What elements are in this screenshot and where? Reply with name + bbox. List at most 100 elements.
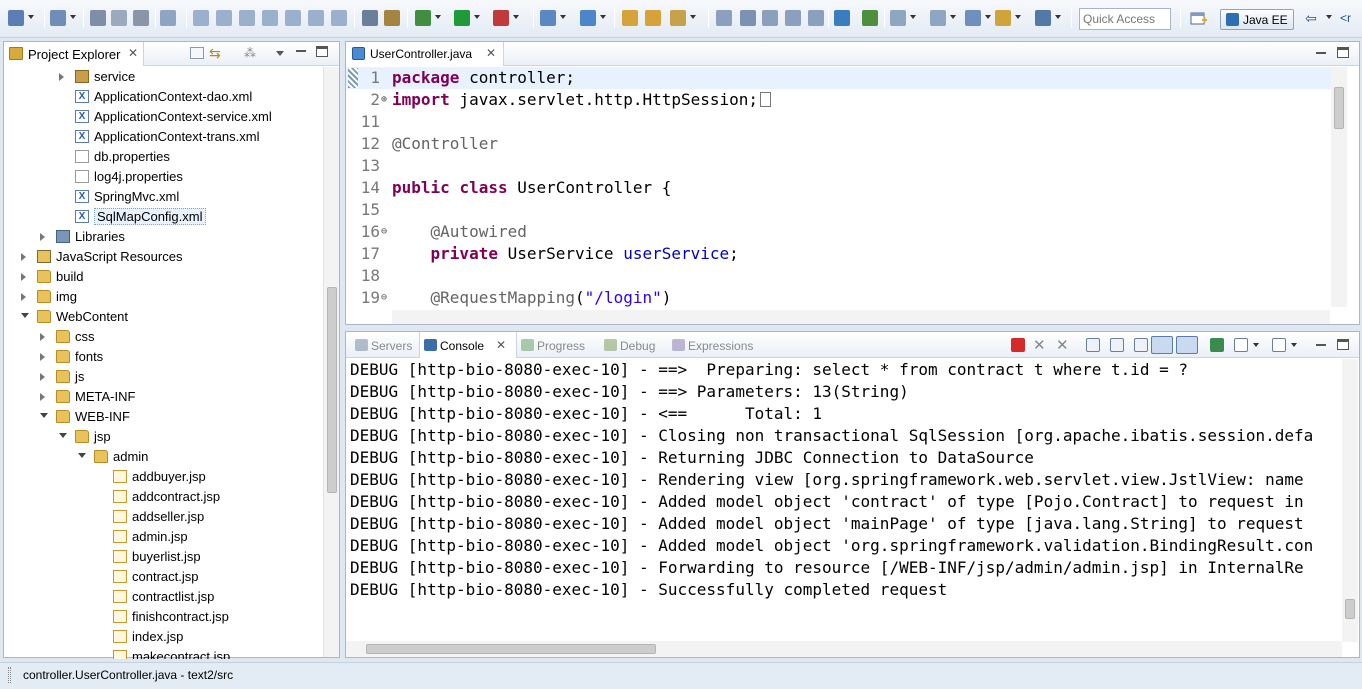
- tree-item[interactable]: log4j.properties: [4, 167, 322, 187]
- expanded-twisty-icon[interactable]: [78, 453, 86, 458]
- mark-icon[interactable]: [716, 10, 732, 26]
- tree-item[interactable]: admin.jsp: [4, 527, 322, 547]
- suspend-icon[interactable]: [216, 10, 232, 26]
- collapse-fold-icon[interactable]: ⊖: [381, 287, 387, 309]
- tree-item[interactable]: X SpringMvc.xml: [4, 187, 322, 207]
- web-browser-icon[interactable]: [834, 10, 850, 26]
- save-all-icon[interactable]: [111, 10, 127, 26]
- minimize-icon[interactable]: [296, 50, 306, 52]
- tree-item[interactable]: css: [4, 327, 322, 347]
- tree-item[interactable]: WebContent: [4, 307, 322, 327]
- code-line[interactable]: 11: [346, 111, 1331, 133]
- dropdown-arrow-icon[interactable]: [1015, 15, 1021, 19]
- step-return-icon[interactable]: [331, 10, 347, 26]
- dropdown-arrow-icon[interactable]: [513, 15, 519, 19]
- dropdown-arrow-icon[interactable]: [1253, 343, 1259, 347]
- collapsed-region-icon[interactable]: [760, 92, 772, 107]
- doc-icon[interactable]: [785, 10, 801, 26]
- collapsed-twisty-icon[interactable]: [21, 273, 26, 281]
- tab-project-explorer[interactable]: Project Explorer ✕: [4, 42, 144, 66]
- tree-item[interactable]: contract.jsp: [4, 567, 322, 587]
- minimize-icon[interactable]: [1316, 344, 1326, 346]
- dropdown-arrow-icon[interactable]: [560, 15, 566, 19]
- open-perspective-icon[interactable]: [1190, 10, 1208, 28]
- dropdown-arrow-icon[interactable]: [950, 15, 956, 19]
- save-icon[interactable]: [90, 10, 106, 26]
- prev-annotation-icon[interactable]: [930, 10, 946, 26]
- editor-horizontal-scrollbar[interactable]: [392, 310, 1330, 324]
- tree-item[interactable]: img: [4, 287, 322, 307]
- close-icon[interactable]: ✕: [128, 46, 138, 60]
- tree-item[interactable]: db.properties: [4, 147, 322, 167]
- maximize-icon[interactable]: [1337, 339, 1349, 350]
- search-icon[interactable]: [670, 10, 686, 26]
- next-annotation-icon[interactable]: [890, 10, 906, 26]
- show-stderr-toggle-icon[interactable]: [1176, 336, 1198, 354]
- dropdown-arrow-icon[interactable]: [600, 15, 606, 19]
- scroll-lock-icon[interactable]: [1110, 338, 1124, 352]
- console-scrollbar[interactable]: [1342, 359, 1358, 642]
- show-stdout-toggle-icon[interactable]: [1151, 336, 1173, 354]
- collapsed-twisty-icon[interactable]: [21, 253, 26, 261]
- tree-item[interactable]: Libraries: [4, 227, 322, 247]
- code-line[interactable]: 1 package controller;: [346, 67, 1331, 89]
- tab-servers[interactable]: Servers: [351, 332, 419, 358]
- tab-expressions[interactable]: Expressions: [668, 332, 768, 358]
- code-line[interactable]: 18: [346, 265, 1331, 287]
- dropdown-arrow-icon[interactable]: [1291, 343, 1297, 347]
- tab-usercontroller-java[interactable]: UserController.java ✕: [346, 42, 504, 66]
- maximize-icon[interactable]: [316, 46, 328, 57]
- code-line[interactable]: 12 @Controller: [346, 133, 1331, 155]
- tree-item[interactable]: WEB-INF: [4, 407, 322, 427]
- task-list-icon[interactable]: [362, 10, 378, 26]
- tab-progress[interactable]: Progress: [517, 332, 600, 358]
- scrollbar-thumb[interactable]: [366, 644, 656, 654]
- tree-item[interactable]: META-INF: [4, 387, 322, 407]
- skip-breakpoints-icon[interactable]: [384, 10, 400, 26]
- debug-icon[interactable]: [415, 10, 431, 26]
- tree-item[interactable]: contractlist.jsp: [4, 587, 322, 607]
- pin-icon[interactable]: [762, 10, 778, 26]
- code-area[interactable]: 1 package controller; 2 ⊕ import javax.servl…: [346, 67, 1331, 311]
- collapsed-twisty-icon[interactable]: [59, 73, 64, 81]
- dropdown-arrow-icon[interactable]: [1055, 15, 1061, 19]
- code-line[interactable]: 14 public class UserController {: [346, 177, 1331, 199]
- external-tools-icon[interactable]: [493, 10, 509, 26]
- tree-item[interactable]: X ApplicationContext-trans.xml: [4, 127, 322, 147]
- dropdown-arrow-icon[interactable]: [690, 15, 696, 19]
- code-line[interactable]: 2 ⊕ import javax.servlet.http.HttpSession;: [346, 89, 1331, 111]
- pin-console-icon[interactable]: [1210, 338, 1224, 352]
- maximize-icon[interactable]: [1337, 47, 1349, 58]
- tree-item[interactable]: addseller.jsp: [4, 507, 322, 527]
- scrollbar-thumb[interactable]: [1334, 87, 1344, 129]
- expand-fold-icon[interactable]: ⊕: [381, 89, 387, 111]
- tree-item[interactable]: jsp: [4, 427, 322, 447]
- tree-item[interactable]: addbuyer.jsp: [4, 467, 322, 487]
- close-icon[interactable]: ✕: [486, 46, 496, 60]
- dropdown-arrow-icon[interactable]: [1326, 15, 1332, 19]
- dropdown-arrow-icon[interactable]: [910, 15, 916, 19]
- step-into-icon[interactable]: [285, 10, 301, 26]
- expanded-twisty-icon[interactable]: [21, 313, 29, 318]
- remove-launch-icon[interactable]: ✕: [1033, 336, 1046, 354]
- tree-item[interactable]: X SqlMapConfig.xml: [4, 207, 322, 227]
- tree-item[interactable]: finishcontract.jsp: [4, 607, 322, 627]
- tree-item[interactable]: JavaScript Resources: [4, 247, 322, 267]
- new-server-icon[interactable]: [540, 10, 556, 26]
- code-line[interactable]: 13: [346, 155, 1331, 177]
- console-output[interactable]: DEBUG [http-bio-8080-exec-10] - ==> Prep…: [346, 359, 1342, 639]
- tree-item[interactable]: fonts: [4, 347, 322, 367]
- open-type-icon[interactable]: [622, 10, 638, 26]
- collapse-fold-icon[interactable]: ⊖: [381, 221, 387, 243]
- run-icon[interactable]: [454, 10, 470, 26]
- word-wrap-icon[interactable]: [1134, 338, 1148, 352]
- explorer-scrollbar[interactable]: [323, 67, 339, 657]
- dropdown-arrow-icon[interactable]: [70, 15, 76, 19]
- expanded-twisty-icon[interactable]: [59, 433, 67, 438]
- collapsed-twisty-icon[interactable]: [40, 333, 45, 341]
- print-icon[interactable]: [133, 10, 149, 26]
- refresh-icon[interactable]: [862, 10, 878, 26]
- tree-item[interactable]: addcontract.jsp: [4, 487, 322, 507]
- table-icon[interactable]: [808, 10, 824, 26]
- collapsed-twisty-icon[interactable]: [40, 233, 45, 241]
